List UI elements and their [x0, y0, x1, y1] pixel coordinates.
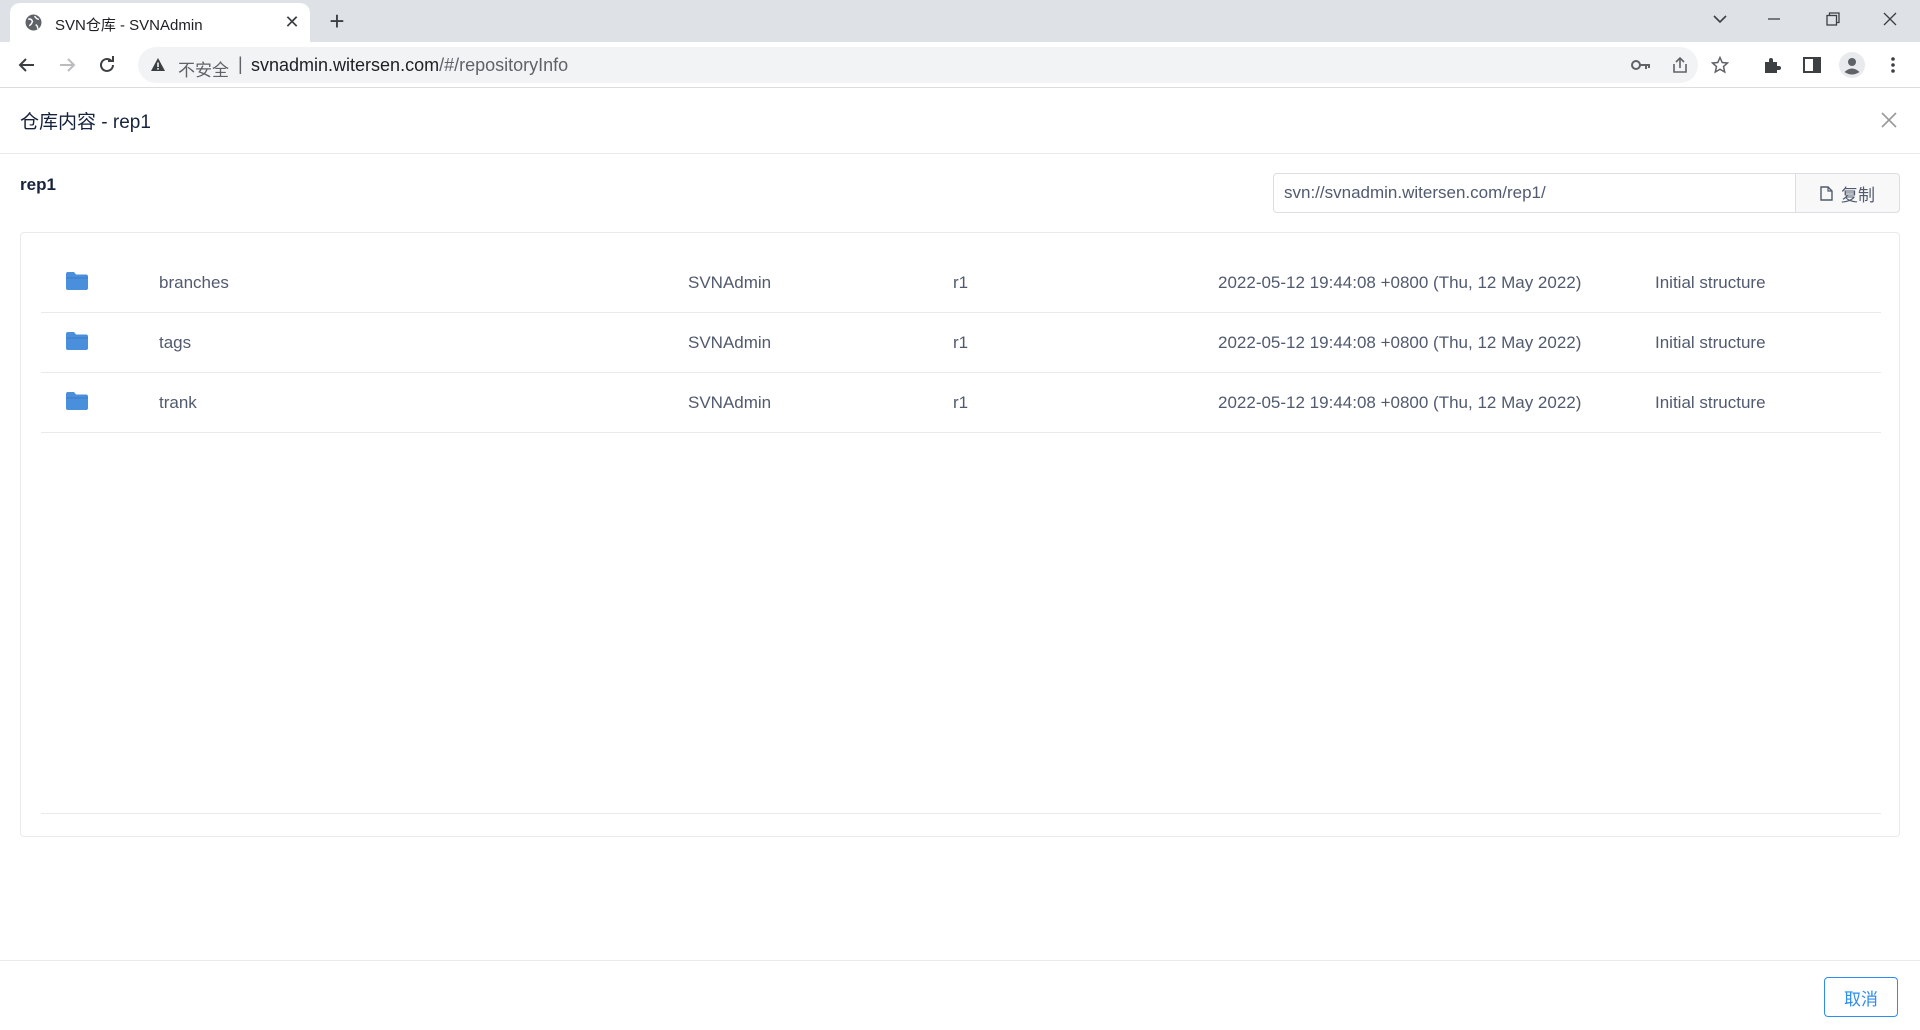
globe-icon	[25, 14, 42, 31]
warning-icon[interactable]	[150, 57, 166, 73]
modal-footer: 取消	[0, 960, 1920, 1030]
tab-search-icon[interactable]	[1692, 0, 1748, 38]
checkout-url-group: 复制	[1273, 173, 1900, 213]
folder-icon	[65, 271, 89, 295]
entry-name[interactable]: branches	[159, 253, 229, 313]
modal-header: 仓库内容 - rep1	[0, 89, 1920, 154]
entry-date: 2022-05-12 19:44:08 +0800 (Thu, 12 May 2…	[1218, 333, 1582, 352]
entry-name[interactable]: trank	[159, 373, 197, 433]
checkout-url-input[interactable]	[1273, 173, 1796, 213]
close-icon[interactable]	[1876, 107, 1902, 133]
url-path: /#/repositoryInfo	[439, 55, 569, 75]
entry-message: Initial structure	[1655, 333, 1766, 352]
url-separator: |	[238, 54, 243, 74]
bookmark-star-icon[interactable]	[1710, 55, 1730, 75]
file-table: branches SVNAdmin r1 2022-05-12 19:44:08…	[41, 253, 1881, 433]
restore-icon[interactable]	[1805, 0, 1861, 38]
modal-title: 仓库内容 - rep1	[20, 112, 151, 133]
document-icon	[1820, 185, 1833, 201]
copy-button[interactable]: 复制	[1795, 173, 1900, 213]
profile-avatar-icon[interactable]	[1838, 51, 1866, 79]
entry-date: 2022-05-12 19:44:08 +0800 (Thu, 12 May 2…	[1218, 393, 1582, 412]
security-status[interactable]: 不安全	[178, 56, 229, 81]
url-text[interactable]: svnadmin.witersen.com/#/repositoryInfo	[251, 55, 568, 76]
window-close-icon[interactable]	[1862, 0, 1918, 38]
extensions-icon[interactable]	[1758, 51, 1786, 79]
browser-toolbar: 不安全 | svnadmin.witersen.com/#/repository…	[0, 42, 1920, 88]
browser-menu-icon[interactable]	[1879, 51, 1907, 79]
share-icon[interactable]	[1670, 55, 1690, 75]
forward-icon[interactable]	[51, 49, 83, 81]
browser-tab[interactable]: SVN仓库 - SVNAdmin ✕	[10, 3, 310, 42]
entry-message: Initial structure	[1655, 273, 1766, 292]
entry-author: SVNAdmin	[688, 333, 772, 352]
cancel-button[interactable]: 取消	[1824, 977, 1898, 1017]
address-bar[interactable]: 不安全 | svnadmin.witersen.com/#/repository…	[138, 47, 1729, 83]
minimize-icon[interactable]	[1746, 0, 1802, 38]
table-row[interactable]: branches SVNAdmin r1 2022-05-12 19:44:08…	[41, 253, 1881, 313]
repository-name: rep1	[20, 175, 56, 194]
folder-icon	[65, 331, 89, 355]
entry-message: Initial structure	[1655, 393, 1766, 412]
table-row[interactable]: tags SVNAdmin r1 2022-05-12 19:44:08 +08…	[41, 313, 1881, 373]
table-bottom-divider	[41, 813, 1881, 814]
entry-revision: r1	[953, 333, 969, 352]
url-host: svnadmin.witersen.com	[251, 55, 440, 75]
entry-name[interactable]: tags	[159, 313, 191, 373]
entry-author: SVNAdmin	[688, 393, 772, 412]
table-row[interactable]: trank SVNAdmin r1 2022-05-12 19:44:08 +0…	[41, 373, 1881, 433]
new-tab-button[interactable]: +	[323, 8, 351, 36]
entry-revision: r1	[953, 273, 969, 292]
folder-icon	[65, 391, 89, 415]
tab-title: SVN仓库 - SVNAdmin	[55, 17, 203, 34]
entry-revision: r1	[953, 393, 969, 412]
repository-content-card: branches SVNAdmin r1 2022-05-12 19:44:08…	[20, 232, 1900, 837]
tab-close-icon[interactable]: ✕	[281, 11, 303, 33]
entry-date: 2022-05-12 19:44:08 +0800 (Thu, 12 May 2…	[1218, 273, 1582, 292]
key-icon[interactable]	[1631, 55, 1651, 75]
entry-author: SVNAdmin	[688, 273, 772, 292]
copy-label: 复制	[1841, 185, 1875, 205]
back-icon[interactable]	[11, 49, 43, 81]
browser-tab-bar: SVN仓库 - SVNAdmin ✕ +	[0, 0, 1920, 42]
side-panel-icon[interactable]	[1798, 51, 1826, 79]
reload-icon[interactable]	[91, 49, 123, 81]
